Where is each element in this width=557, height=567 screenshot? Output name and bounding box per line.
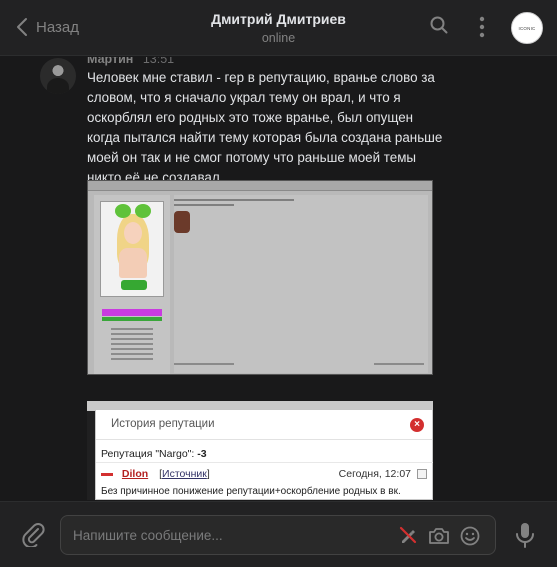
forum-post-area [174, 195, 428, 373]
forum-topbar [88, 181, 432, 191]
checkbox-icon [417, 469, 427, 479]
reputation-entry: Dilon [Источник] Сегодня, 12:07 [101, 468, 429, 480]
reputation-title: История репутации [111, 418, 215, 430]
forum-footer-line [374, 363, 424, 365]
forum-rank-bar [102, 317, 162, 321]
reputation-value: -3 [197, 448, 207, 460]
close-icon: × [410, 418, 424, 432]
entry-date: Сегодня, 12:07 [338, 468, 411, 480]
emoji-icon[interactable] [460, 526, 480, 546]
attached-photo-reputation-history[interactable]: История репутации × Репутация "Nargo": -… [87, 401, 433, 500]
message-input[interactable] [73, 516, 393, 554]
chat-title[interactable]: Дмитрий Дмитриев [0, 11, 557, 27]
camera-icon[interactable] [428, 526, 450, 546]
reputation-summary: Репутация "Nargo": -3 [101, 448, 207, 460]
reputation-titlebar: История репутации × [96, 410, 432, 440]
divider [96, 462, 433, 463]
entry-source: [Источник] [159, 468, 210, 480]
pen-crossed-icon[interactable] [399, 526, 417, 544]
message-text: Человек мне ставил - гер в репутацию, вр… [87, 70, 443, 185]
chat-title-block: Дмитрий Дмитриев online [0, 11, 557, 45]
forum-post-line [174, 199, 294, 201]
forum-footer-line [174, 363, 234, 365]
forum-profile-stats [102, 325, 162, 363]
message-time: 13:51 [142, 57, 175, 66]
reputation-label: Репутация "Nargo": [101, 448, 195, 460]
search-icon[interactable] [430, 16, 448, 34]
sender-avatar[interactable] [40, 58, 76, 94]
forum-post-line [174, 204, 234, 206]
message-composer [0, 501, 557, 567]
back-label: Назад [36, 18, 79, 36]
forum-avatar-image [100, 201, 164, 297]
chat-header: Назад Дмитрий Дмитриев online ICONIC [0, 0, 557, 56]
paperclip-icon[interactable] [21, 521, 45, 547]
forum-nickname-bar [102, 309, 162, 316]
more-vertical-icon[interactable] [479, 16, 485, 38]
sender-name[interactable]: Мартин [87, 57, 133, 66]
entry-source-link: Источник [162, 468, 207, 480]
chevron-left-icon [17, 18, 27, 36]
reputation-window: История репутации × Репутация "Nargo": -… [95, 409, 433, 500]
entry-user: Dilon [121, 468, 149, 480]
avatar-logo-text: ICONIC [518, 25, 536, 31]
forum-post-sticker [174, 211, 190, 233]
chat-status: online [261, 31, 296, 45]
attached-photo-forum-profile[interactable] [87, 180, 433, 375]
back-button[interactable]: Назад [16, 17, 79, 37]
chat-avatar[interactable]: ICONIC [511, 12, 543, 44]
microphone-icon[interactable] [515, 522, 535, 548]
message-list: Мартин 13:51 Человек мне ставил - гер в … [0, 57, 557, 500]
message-meta: Мартин 13:51 [87, 57, 174, 66]
entry-reason: Без причинное понижение репутации+оскорб… [101, 486, 401, 497]
minus-icon [101, 472, 113, 476]
message-input-box [60, 515, 496, 555]
chat-window: Назад Дмитрий Дмитриев online ICONIC Мар… [0, 0, 557, 567]
